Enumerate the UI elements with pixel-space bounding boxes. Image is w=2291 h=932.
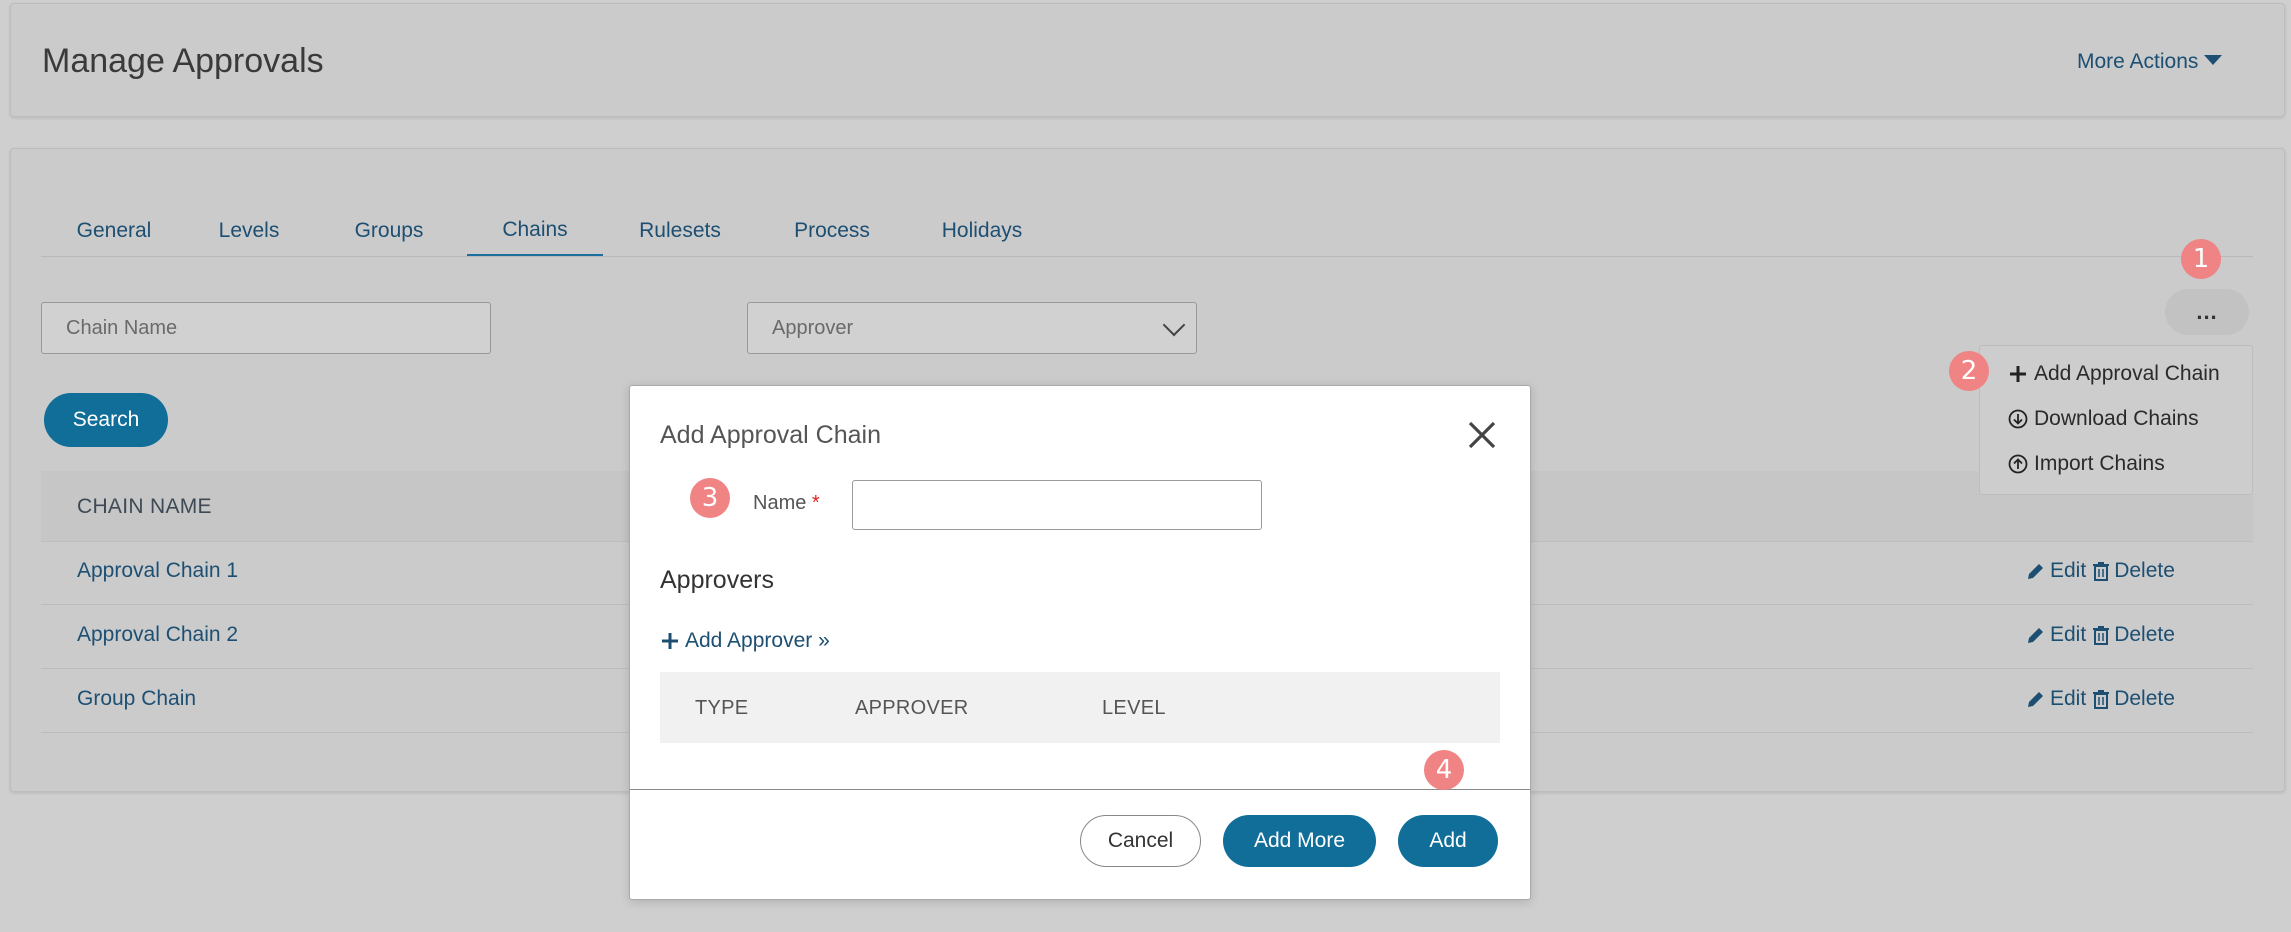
approvers-table-header: TYPE APPROVER LEVEL — [660, 672, 1500, 743]
delete-button[interactable]: Delete — [2092, 687, 2175, 711]
approver-select-value: Approver — [772, 316, 854, 339]
menu-item-import-chains[interactable]: Import Chains — [2008, 452, 2165, 476]
trash-icon — [2093, 626, 2110, 645]
chain-name-placeholder: Chain Name — [66, 316, 178, 339]
add-approval-chain-modal: Add Approval Chain Name * Approvers Add … — [629, 385, 1531, 900]
menu-item-add-approval-chain[interactable]: Add Approval Chain — [2008, 362, 2220, 386]
pencil-icon — [2028, 564, 2043, 579]
chain-name-link[interactable]: Group Chain — [77, 687, 196, 711]
delete-label: Delete — [2114, 559, 2175, 582]
approver-select[interactable]: Approver — [747, 302, 1197, 354]
tab-groups[interactable]: Groups — [311, 205, 467, 257]
column-header-type: TYPE — [695, 697, 749, 719]
edit-label: Edit — [2050, 623, 2087, 646]
cancel-button[interactable]: Cancel — [1080, 815, 1201, 867]
menu-item-label: Add Approval Chain — [2034, 362, 2220, 385]
chain-name-input[interactable]: Chain Name — [41, 302, 491, 354]
column-header-approver: APPROVER — [855, 697, 969, 719]
tab-bar: General Levels Groups Chains Rulesets Pr… — [41, 205, 1057, 257]
tab-chains[interactable]: Chains — [467, 205, 603, 257]
actions-dropdown: Add Approval Chain Download Chains Impor… — [1979, 345, 2253, 495]
step-badge: 4 — [1424, 750, 1464, 790]
chain-name-link[interactable]: Approval Chain 1 — [77, 559, 238, 583]
menu-item-label: Import Chains — [2034, 452, 2165, 475]
menu-item-label: Download Chains — [2034, 407, 2199, 430]
column-header-level: LEVEL — [1102, 697, 1166, 719]
plus-icon — [662, 633, 678, 649]
edit-button[interactable]: Edit — [2026, 623, 2086, 647]
trash-icon — [2093, 562, 2110, 581]
name-label-text: Name — [753, 492, 807, 514]
menu-item-download-chains[interactable]: Download Chains — [2008, 407, 2199, 431]
more-actions-label: More Actions — [2077, 50, 2199, 73]
name-input[interactable] — [852, 480, 1262, 530]
more-actions-button[interactable]: More Actions — [2077, 50, 2223, 74]
delete-label: Delete — [2114, 687, 2175, 710]
tab-rulesets[interactable]: Rulesets — [603, 205, 757, 257]
row-actions: Edit Delete — [2026, 559, 2175, 583]
upload-circle-icon — [2008, 454, 2028, 474]
trash-icon — [2093, 690, 2110, 709]
add-more-button[interactable]: Add More — [1223, 815, 1376, 867]
tab-general[interactable]: General — [41, 205, 187, 257]
step-badge: 1 — [2181, 239, 2221, 279]
tab-levels[interactable]: Levels — [187, 205, 311, 257]
chain-name-link[interactable]: Approval Chain 2 — [77, 623, 238, 647]
row-actions: Edit Delete — [2026, 623, 2175, 647]
pencil-icon — [2028, 692, 2043, 707]
caret-down-icon — [2204, 55, 2223, 65]
edit-button[interactable]: Edit — [2026, 559, 2086, 583]
edit-label: Edit — [2050, 687, 2087, 710]
tab-process[interactable]: Process — [757, 205, 907, 257]
column-header-chain-name: CHAIN NAME — [77, 495, 212, 518]
approvers-heading: Approvers — [660, 566, 774, 594]
tabs-divider — [41, 256, 2253, 257]
pencil-icon — [2028, 628, 2043, 643]
plus-icon — [2010, 366, 2026, 382]
delete-button[interactable]: Delete — [2092, 623, 2175, 647]
required-marker: * — [811, 492, 820, 514]
page-title: Manage Approvals — [42, 42, 324, 80]
add-approver-link[interactable]: Add Approver » — [661, 629, 830, 653]
edit-label: Edit — [2050, 559, 2087, 582]
tab-holidays[interactable]: Holidays — [907, 205, 1057, 257]
page-header: Manage Approvals More Actions — [10, 3, 2285, 117]
close-icon[interactable] — [1465, 418, 1499, 452]
delete-button[interactable]: Delete — [2092, 559, 2175, 583]
add-approver-label: Add Approver » — [685, 629, 830, 652]
modal-footer-divider — [630, 789, 1530, 790]
row-actions: Edit Delete — [2026, 687, 2175, 711]
step-badge: 2 — [1949, 351, 1989, 391]
name-label: Name * — [753, 492, 820, 515]
add-button[interactable]: Add — [1398, 815, 1498, 867]
more-options-button[interactable]: ... — [2165, 289, 2249, 335]
search-button[interactable]: Search — [44, 393, 168, 447]
download-circle-icon — [2008, 409, 2028, 429]
chevron-down-icon — [1162, 313, 1186, 337]
modal-title: Add Approval Chain — [660, 421, 881, 449]
delete-label: Delete — [2114, 623, 2175, 646]
edit-button[interactable]: Edit — [2026, 687, 2086, 711]
step-badge: 3 — [690, 478, 730, 518]
